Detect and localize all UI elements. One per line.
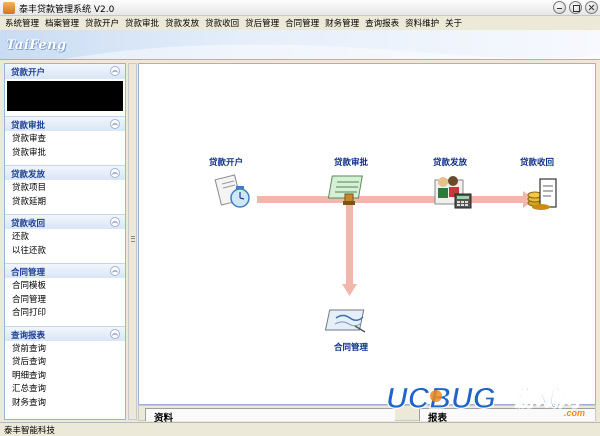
loan-open-icon[interactable] [214, 174, 250, 208]
watermark-dot-icon [430, 390, 442, 402]
flow-arrow-horizontal [257, 196, 525, 203]
app-icon [3, 2, 15, 14]
flow-arrow-head-down [342, 284, 357, 296]
menu-post-loan[interactable]: 贷后管理 [242, 17, 282, 29]
sidebar-section-loan-open[interactable]: 贷款开户 ︽ [5, 64, 125, 79]
menu-bar: 系统管理 档案管理 贷款开户 贷款审批 贷款发放 贷款收回 贷后管理 合同管理 … [0, 16, 600, 30]
window-controls [553, 1, 598, 14]
contract-manage-icon[interactable] [324, 309, 366, 333]
sidebar-section-body: 还款 以往还款 [5, 229, 125, 263]
menu-about[interactable]: 关于 [442, 17, 465, 29]
chevron-up-icon[interactable]: ︽ [110, 168, 120, 178]
flow-label-loan-approve[interactable]: 贷款审批 [334, 156, 368, 168]
site-watermark: UCBUG 游戏网 .com [386, 381, 585, 418]
sidebar-section-loan-approve[interactable]: 贷款审批 ︽ [5, 116, 125, 131]
section-title: 贷款开户 [11, 68, 46, 78]
menu-finance[interactable]: 财务管理 [322, 17, 362, 29]
sidebar-splitter[interactable] [128, 63, 137, 420]
flow-label-contract-manage[interactable]: 合同管理 [334, 341, 368, 353]
maximize-button[interactable] [569, 1, 582, 14]
sidebar-item-contract-manage[interactable]: 合同管理 [12, 294, 125, 308]
sidebar-section-body: 贷前查询 贷后查询 明细查询 汇总查询 财务查询 [5, 341, 125, 416]
sidebar-section-body: 贷款项目 贷款延期 [5, 180, 125, 214]
menu-loan-recover[interactable]: 贷款收回 [202, 17, 242, 29]
menu-data-maintain[interactable]: 资料维护 [402, 17, 442, 29]
section-title: 查询报表 [11, 330, 46, 341]
section-title: 贷款审批 [11, 121, 46, 131]
sidebar-item-loan-review[interactable]: 贷款审查 [12, 133, 125, 147]
sidebar-section-query-report[interactable]: 查询报表 ︽ [5, 325, 125, 341]
sidebar-item-loan-project[interactable]: 贷款项目 [12, 182, 125, 196]
sidebar-section-loan-issue[interactable]: 贷款发放 ︽ [5, 165, 125, 180]
tab-data[interactable]: 资料 [145, 408, 395, 424]
status-text: 泰丰智能科技 [4, 426, 56, 436]
sidebar-item-detail-query[interactable]: 明细查询 [12, 370, 125, 384]
sidebar-item-loan-approve[interactable]: 贷款审批 [12, 147, 125, 161]
close-button[interactable] [585, 1, 598, 14]
window-title: 泰丰贷款管理系统 V2.0 [19, 5, 115, 15]
section-title: 贷款收回 [11, 219, 46, 229]
status-bar: 泰丰智能科技 [0, 422, 600, 436]
loan-issue-icon[interactable] [434, 176, 472, 209]
flow-label-loan-recover[interactable]: 贷款收回 [520, 156, 554, 168]
chevron-up-icon[interactable]: ︽ [110, 266, 120, 276]
title-bar: 泰丰贷款管理系统 V2.0 [0, 0, 600, 16]
menu-query-report[interactable]: 查询报表 [362, 17, 402, 29]
sidebar-item-contract-template[interactable]: 合同模板 [12, 280, 125, 294]
flow-arrows [257, 191, 535, 296]
sidebar-item-pre-loan-query[interactable]: 贷前查询 [12, 343, 125, 357]
grip-icon [131, 236, 135, 242]
sidebar: 贷款开户 ︽ 贷款审批 ︽ 贷款审查 贷款审批 贷款发放 ︽ 贷款项目 贷款延期… [4, 63, 126, 420]
chevron-up-icon[interactable]: ︽ [110, 217, 120, 227]
flow-label-loan-issue[interactable]: 贷款发放 [433, 156, 467, 168]
workflow-panel: 贷款开户 贷款审批 贷款发放 贷款收回 合同管理 [138, 63, 596, 405]
sidebar-item-contract-print[interactable]: 合同打印 [12, 307, 125, 321]
menu-system[interactable]: 系统管理 [2, 17, 42, 29]
banner-decoration [65, 38, 600, 59]
sidebar-section-body-blank [7, 81, 123, 111]
menu-loan-approve[interactable]: 贷款审批 [122, 17, 162, 29]
sidebar-section-body: 贷款审查 贷款审批 [5, 131, 125, 165]
minimize-button[interactable] [553, 1, 566, 14]
sidebar-item-loan-extension[interactable]: 贷款延期 [12, 196, 125, 210]
chevron-up-icon[interactable]: ︽ [110, 119, 120, 129]
sidebar-item-post-loan-query[interactable]: 贷后查询 [12, 356, 125, 370]
menu-contract[interactable]: 合同管理 [282, 17, 322, 29]
menu-archive[interactable]: 档案管理 [42, 17, 82, 29]
sidebar-item-summary-query[interactable]: 汇总查询 [12, 383, 125, 397]
sidebar-section-body: 合同模板 合同管理 合同打印 [5, 278, 125, 326]
menu-loan-open[interactable]: 贷款开户 [82, 17, 122, 29]
section-title: 贷款发放 [11, 170, 46, 180]
sidebar-section-contract[interactable]: 合同管理 ︽ [5, 263, 125, 278]
workflow-diagram [214, 174, 557, 333]
menu-loan-issue[interactable]: 贷款发放 [162, 17, 202, 29]
loan-recover-icon[interactable] [527, 178, 557, 210]
sidebar-section-loan-recover[interactable]: 贷款收回 ︽ [5, 214, 125, 229]
banner: TaiFeng [0, 30, 600, 60]
chevron-up-icon[interactable]: ︽ [110, 328, 120, 339]
sidebar-item-finance-query[interactable]: 财务查询 [12, 397, 125, 411]
flow-arrow-vertical [346, 203, 353, 286]
section-title: 合同管理 [11, 268, 46, 278]
watermark-url: .com [564, 408, 585, 418]
chevron-up-icon[interactable]: ︽ [110, 66, 120, 76]
sidebar-item-repay[interactable]: 还款 [12, 231, 125, 245]
flow-label-loan-open[interactable]: 贷款开户 [209, 156, 243, 168]
sidebar-item-past-repay[interactable]: 以往还款 [12, 245, 125, 259]
